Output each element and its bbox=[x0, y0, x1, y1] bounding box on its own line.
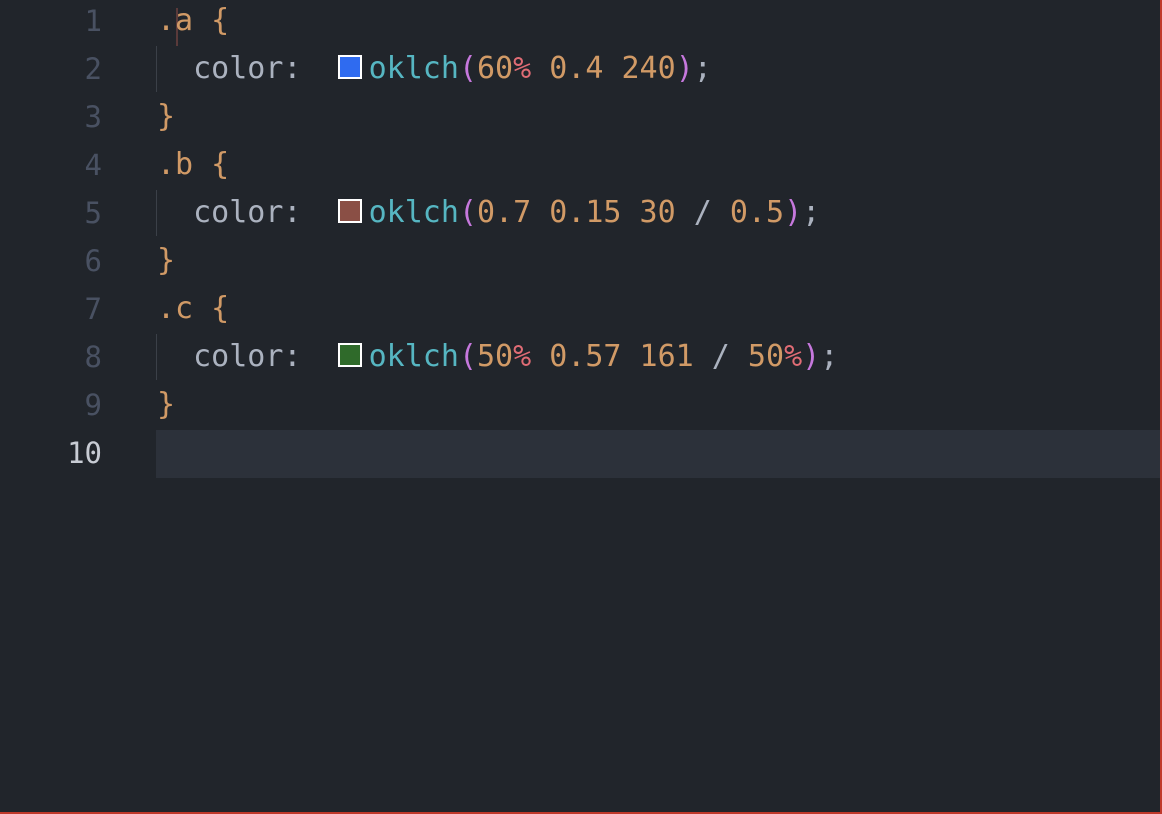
line-number: 1 bbox=[84, 4, 102, 38]
css-selector: .b bbox=[157, 147, 194, 182]
close-paren: ) bbox=[675, 51, 694, 86]
css-property: color: bbox=[193, 339, 302, 374]
code-line[interactable]: .a { bbox=[157, 0, 229, 46]
color-swatch-icon[interactable] bbox=[337, 199, 362, 223]
active-line-highlight bbox=[156, 430, 1160, 478]
css-selector: .a bbox=[157, 3, 194, 38]
css-function: oklch bbox=[368, 51, 459, 86]
close-paren: ) bbox=[802, 339, 821, 374]
code-line[interactable]: color: oklch(50% 0.57 161 / 50%); bbox=[157, 334, 838, 382]
code-line[interactable]: } bbox=[157, 382, 175, 430]
open-paren: ( bbox=[458, 51, 477, 86]
semicolon: ; bbox=[693, 51, 712, 86]
css-property: color: bbox=[193, 51, 302, 86]
brace: { bbox=[193, 3, 230, 38]
numeric-value: 0.57 bbox=[531, 339, 622, 374]
line-number: 6 bbox=[84, 244, 102, 278]
code-line[interactable]: } bbox=[157, 94, 175, 142]
color-swatch-icon[interactable] bbox=[337, 343, 362, 367]
line-number: 8 bbox=[84, 340, 102, 374]
line-number: 3 bbox=[84, 100, 102, 134]
unit: % bbox=[513, 51, 532, 86]
css-function: oklch bbox=[368, 339, 459, 374]
numeric-value: 0.4 bbox=[531, 51, 604, 86]
close-paren: ) bbox=[784, 195, 803, 230]
slash-separator: / bbox=[693, 339, 730, 374]
numeric-value: 0.5 bbox=[711, 195, 785, 230]
numeric-value: 60 bbox=[477, 51, 514, 86]
code-line[interactable]: } bbox=[157, 238, 175, 286]
semicolon: ; bbox=[820, 339, 839, 374]
css-property: color: bbox=[193, 195, 302, 230]
line-number: 2 bbox=[84, 52, 102, 86]
unit: % bbox=[784, 339, 803, 374]
slash-separator: / bbox=[675, 195, 712, 230]
brace: } bbox=[157, 99, 176, 134]
numeric-value: 240 bbox=[603, 51, 676, 86]
open-paren: ( bbox=[458, 339, 477, 374]
code-line[interactable]: .b { bbox=[157, 142, 229, 190]
unit: % bbox=[513, 339, 532, 374]
numeric-value: 50 bbox=[729, 339, 785, 374]
open-paren: ( bbox=[458, 195, 477, 230]
brace: { bbox=[193, 147, 230, 182]
css-selector: .c bbox=[157, 291, 194, 326]
line-number: 5 bbox=[84, 196, 102, 230]
semicolon: ; bbox=[802, 195, 821, 230]
code-line[interactable]: color: oklch(0.7 0.15 30 / 0.5); bbox=[157, 190, 820, 238]
code-line[interactable]: color: oklch(60% 0.4 240); bbox=[157, 46, 712, 94]
numeric-value: 0.7 bbox=[477, 195, 532, 230]
brace: } bbox=[157, 243, 176, 278]
numeric-value: 161 bbox=[621, 339, 694, 374]
line-number: 10 bbox=[67, 436, 102, 470]
numeric-value: 0.15 bbox=[531, 195, 622, 230]
line-number: 4 bbox=[84, 148, 102, 182]
code-editor[interactable]: 1 .a {2 color: oklch(60% 0.4 240); 3} 4 .b {… bbox=[0, 0, 1162, 814]
brace: { bbox=[193, 291, 230, 326]
brace: } bbox=[157, 387, 176, 422]
color-swatch-icon[interactable] bbox=[337, 55, 362, 79]
line-number: 9 bbox=[84, 388, 102, 422]
css-function: oklch bbox=[368, 195, 459, 230]
code-line[interactable]: .c { bbox=[157, 286, 229, 334]
numeric-value: 30 bbox=[621, 195, 676, 230]
line-number: 7 bbox=[84, 292, 102, 326]
numeric-value: 50 bbox=[477, 339, 514, 374]
